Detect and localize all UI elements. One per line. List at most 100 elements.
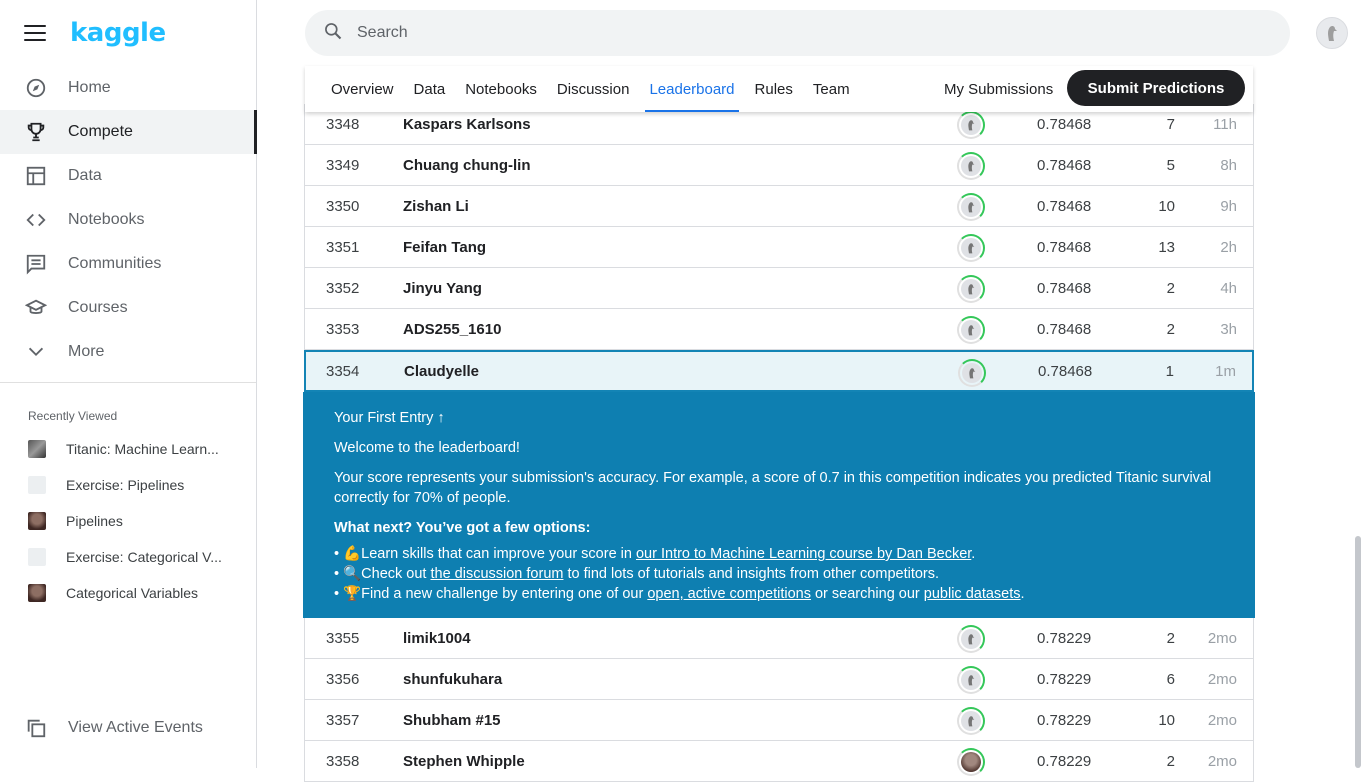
- score: 0.78468: [1037, 238, 1092, 256]
- nav-item-more[interactable]: More: [0, 330, 256, 374]
- team-avatar[interactable]: [957, 316, 985, 344]
- table-row[interactable]: 3357 Shubham #15 0.78229 10 2mo: [304, 700, 1254, 741]
- team-name[interactable]: Chuang chung-lin: [403, 157, 530, 174]
- last-submission: 2mo: [1207, 752, 1237, 770]
- rank: 3355: [326, 629, 360, 647]
- entries: 6: [1166, 670, 1175, 688]
- rank: 3357: [326, 711, 360, 729]
- nav-item-notebooks[interactable]: Notebooks: [0, 198, 256, 242]
- tab-rules[interactable]: Rules: [755, 66, 793, 112]
- nav-label: Home: [68, 79, 111, 96]
- view-active-events-link[interactable]: View Active Events: [24, 716, 203, 740]
- team-name[interactable]: Zishan Li: [403, 198, 469, 215]
- chevron-down-icon: [24, 340, 48, 364]
- notebook-thumbnail: [28, 476, 46, 494]
- team-avatar[interactable]: [957, 152, 985, 180]
- recent-item[interactable]: Titanic: Machine Learn...: [0, 431, 256, 467]
- entries: 2: [1166, 752, 1175, 770]
- option-text: or searching our: [810, 586, 924, 602]
- main-nav: Home Compete Data Notebooks Communities: [0, 66, 257, 374]
- banner-score-text: Your score represents your submission's …: [334, 470, 1212, 506]
- entries: 2: [1166, 279, 1175, 297]
- submit-predictions-button[interactable]: Submit Predictions: [1067, 70, 1245, 106]
- table-row[interactable]: 3355 limik1004 0.78229 2 2mo: [304, 618, 1254, 659]
- nav-item-home[interactable]: Home: [0, 66, 256, 110]
- tab-team[interactable]: Team: [813, 66, 850, 112]
- score: 0.78229: [1037, 670, 1092, 688]
- recent-item[interactable]: Categorical Variables: [0, 575, 256, 611]
- last-submission: 4h: [1220, 279, 1237, 297]
- team-name[interactable]: Stephen Whipple: [403, 753, 525, 770]
- public-datasets-link[interactable]: public datasets: [924, 586, 1021, 602]
- menu-icon[interactable]: [24, 25, 46, 41]
- banner-welcome: Welcome to the leaderboard!: [334, 440, 520, 456]
- last-submission: 2h: [1220, 238, 1237, 256]
- team-avatar[interactable]: [957, 111, 985, 139]
- intro-ml-course-link[interactable]: our Intro to Machine Learning course by …: [636, 546, 971, 562]
- team-name[interactable]: ADS255_1610: [403, 321, 501, 338]
- kaggle-logo[interactable]: kaggle: [70, 18, 166, 48]
- team-avatar[interactable]: [957, 666, 985, 694]
- table-row[interactable]: 3356 shunfukuhara 0.78229 6 2mo: [304, 659, 1254, 700]
- nav-item-communities[interactable]: Communities: [0, 242, 256, 286]
- table-row[interactable]: 3358 Stephen Whipple 0.78229 2 2mo: [304, 741, 1254, 782]
- last-submission: 9h: [1220, 197, 1237, 215]
- table-icon: [24, 164, 48, 188]
- tab-data[interactable]: Data: [414, 66, 446, 112]
- team-name[interactable]: Jinyu Yang: [403, 280, 482, 297]
- table-row[interactable]: 3353 ADS255_1610 0.78468 2 3h: [304, 309, 1254, 350]
- team-name[interactable]: Kaspars Karlsons: [403, 116, 531, 133]
- discussion-forum-link[interactable]: the discussion forum: [430, 566, 563, 582]
- user-avatar[interactable]: [1316, 17, 1348, 49]
- page-scrollbar[interactable]: [1355, 536, 1361, 768]
- team-avatar[interactable]: [957, 234, 985, 262]
- recent-label: Exercise: Categorical V...: [66, 549, 222, 565]
- score: 0.78468: [1038, 362, 1093, 380]
- school-icon: [24, 296, 48, 320]
- rank: 3348: [326, 115, 360, 133]
- bird-avatar-icon: [961, 238, 981, 258]
- nav-item-courses[interactable]: Courses: [0, 286, 256, 330]
- entries: 7: [1166, 115, 1175, 133]
- search-bar[interactable]: [305, 10, 1290, 56]
- tab-overview[interactable]: Overview: [331, 66, 394, 112]
- recently-viewed-title: Recently Viewed: [28, 409, 118, 423]
- bird-avatar-icon: [961, 629, 981, 649]
- team-avatar[interactable]: [957, 748, 985, 776]
- sidebar-header: kaggle: [0, 0, 256, 66]
- team-name[interactable]: Feifan Tang: [403, 239, 486, 256]
- active-competitions-link[interactable]: open, active competitions: [647, 586, 811, 602]
- team-name[interactable]: Claudyelle: [404, 363, 479, 380]
- bird-avatar-icon: [961, 711, 981, 731]
- tab-notebooks[interactable]: Notebooks: [465, 66, 537, 112]
- table-row[interactable]: 3349 Chuang chung-lin 0.78468 5 8h: [304, 145, 1254, 186]
- team-name[interactable]: limik1004: [403, 630, 471, 647]
- table-row[interactable]: 3352 Jinyu Yang 0.78468 2 4h: [304, 268, 1254, 309]
- table-row[interactable]: 3350 Zishan Li 0.78468 10 9h: [304, 186, 1254, 227]
- team-name[interactable]: shunfukuhara: [403, 671, 502, 688]
- search-input[interactable]: [357, 24, 1257, 42]
- recent-item[interactable]: Exercise: Pipelines: [0, 467, 256, 503]
- team-avatar[interactable]: [957, 275, 985, 303]
- last-submission: 8h: [1220, 156, 1237, 174]
- tab-discussion[interactable]: Discussion: [557, 66, 630, 112]
- score: 0.78229: [1037, 711, 1092, 729]
- team-avatar[interactable]: [957, 193, 985, 221]
- recent-item[interactable]: Exercise: Categorical V...: [0, 539, 256, 575]
- team-name[interactable]: Shubham #15: [403, 712, 501, 729]
- table-row[interactable]: 3351 Feifan Tang 0.78468 13 2h: [304, 227, 1254, 268]
- option-text: 🔍Check out: [343, 566, 431, 582]
- nav-label: Communities: [68, 255, 162, 272]
- team-avatar[interactable]: [958, 359, 986, 387]
- recent-item[interactable]: Pipelines: [0, 503, 256, 539]
- team-avatar[interactable]: [957, 707, 985, 735]
- rank: 3358: [326, 752, 360, 770]
- team-avatar[interactable]: [957, 625, 985, 653]
- nav-item-compete[interactable]: Compete: [0, 110, 257, 154]
- rank: 3349: [326, 156, 360, 174]
- my-submissions-link[interactable]: My Submissions: [944, 66, 1053, 112]
- current-user-row[interactable]: 3354 Claudyelle 0.78468 1 1m: [304, 350, 1254, 392]
- tab-leaderboard[interactable]: Leaderboard: [645, 66, 739, 112]
- nav-item-data[interactable]: Data: [0, 154, 256, 198]
- bird-avatar-icon: [961, 279, 981, 299]
